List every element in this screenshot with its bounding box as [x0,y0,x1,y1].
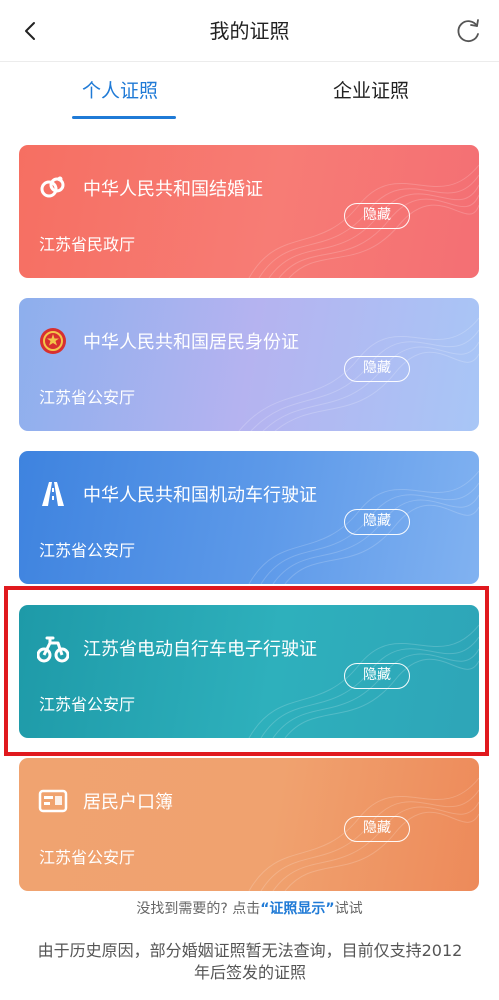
card-wave-pattern [248,470,479,584]
tab-enterprise[interactable]: 企业证照 [333,76,409,103]
card-wave-pattern [248,164,479,278]
hide-button[interactable]: 隐藏 [344,816,410,842]
card-issuer: 江苏省公安厅 [39,695,136,714]
back-button[interactable] [14,14,48,48]
notice-text: 由于历史原因，部分婚姻证照暂无法查询，目前仅支持2012年后签发的证照 [37,941,463,982]
card-issuer: 江苏省公安厅 [39,388,136,407]
household-book-icon [37,785,69,817]
show-certificates-link[interactable]: “证照显示” [260,901,334,917]
card-id-card[interactable]: 中华人民共和国居民身份证 隐藏 江苏省公安厅 [19,298,479,431]
hide-button[interactable]: 隐藏 [344,356,410,382]
card-marriage-certificate[interactable]: 中华人民共和国结婚证 隐藏 江苏省民政厅 [19,145,479,278]
card-household-register[interactable]: 居民户口簿 隐藏 江苏省公安厅 [19,758,479,891]
refresh-icon [457,19,479,43]
hide-button[interactable]: 隐藏 [344,203,410,229]
ebike-icon [37,632,69,664]
card-title: 中华人民共和国居民身份证 [83,332,299,353]
nav-bar: 我的证照 [0,0,499,62]
card-issuer: 江苏省公安厅 [39,541,136,560]
hide-button[interactable]: 隐藏 [344,509,410,535]
refresh-button[interactable] [451,14,485,48]
hint-text: 没找到需要的? 点击“证照显示”试试 [0,898,499,918]
national-emblem-icon [37,325,69,357]
card-title: 居民户口簿 [83,792,173,813]
card-wave-pattern [238,317,479,431]
hide-button[interactable]: 隐藏 [344,663,410,689]
card-issuer: 江苏省公安厅 [39,848,136,867]
hint-suffix: 试试 [334,901,363,917]
hint-prefix: 没找到需要的? 点击 [136,901,261,917]
card-title: 中华人民共和国机动车行驶证 [83,485,317,506]
card-title: 中华人民共和国结婚证 [83,179,263,200]
chevron-left-icon [25,22,35,40]
marriage-emblem-icon [37,172,69,204]
card-vehicle-license[interactable]: 中华人民共和国机动车行驶证 隐藏 江苏省公安厅 [19,451,479,584]
road-icon [37,478,69,510]
card-wave-pattern [248,624,479,738]
page-title: 我的证照 [209,19,290,43]
card-title: 江苏省电动自行车电子行驶证 [83,639,317,660]
active-tab-indicator [72,116,176,119]
card-issuer: 江苏省民政厅 [39,235,136,254]
card-ebike-license[interactable]: 江苏省电动自行车电子行驶证 隐藏 江苏省公安厅 [19,605,479,738]
card-wave-pattern [248,777,479,891]
tab-personal[interactable]: 个人证照 [82,76,158,103]
tab-bar: 个人证照 企业证照 [0,62,499,120]
